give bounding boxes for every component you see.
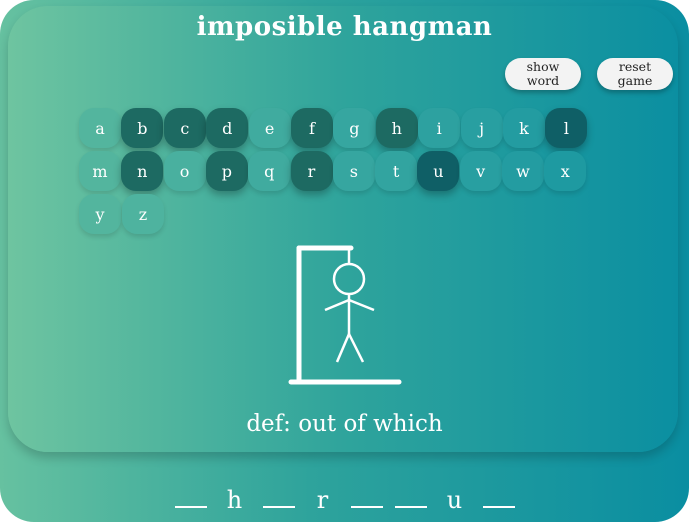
hangman-head xyxy=(332,262,366,296)
letter-key-k[interactable]: k xyxy=(503,108,545,148)
hangman-left-leg xyxy=(335,333,351,363)
letter-key-u[interactable]: u xyxy=(417,151,460,191)
letter-key-x[interactable]: x xyxy=(544,151,587,191)
letter-key-f[interactable]: f xyxy=(291,108,333,148)
reset-game-button[interactable]: reset game xyxy=(597,58,673,90)
letter-key-v[interactable]: v xyxy=(459,151,502,191)
hangman-drawing xyxy=(288,245,402,385)
game-frame: imposible hangman show word reset game a… xyxy=(0,0,689,522)
letter-key-e[interactable]: e xyxy=(248,108,291,148)
hangman-right-leg xyxy=(347,333,365,363)
word-blank xyxy=(482,478,515,508)
letter-key-d[interactable]: d xyxy=(206,108,249,148)
letter-key-w[interactable]: w xyxy=(502,151,544,191)
letter-key-y[interactable]: y xyxy=(79,194,121,234)
game-title: imposible hangman xyxy=(196,12,493,42)
letter-key-l[interactable]: l xyxy=(545,108,588,148)
letter-key-j[interactable]: j xyxy=(460,108,503,148)
letter-key-z[interactable]: z xyxy=(122,194,164,234)
letter-key-q[interactable]: q xyxy=(248,151,291,191)
letter-key-m[interactable]: m xyxy=(79,151,121,191)
letter-key-i[interactable]: i xyxy=(418,108,461,148)
word-blank xyxy=(174,478,207,508)
letter-key-s[interactable]: s xyxy=(332,151,375,191)
letter-key-o[interactable]: o xyxy=(163,151,206,191)
word-definition: def: out of which xyxy=(246,411,443,437)
word-blank xyxy=(262,478,295,508)
letter-key-b[interactable]: b xyxy=(121,108,164,148)
letter-key-p[interactable]: p xyxy=(205,151,248,191)
hangman-right-arm xyxy=(348,298,375,312)
letter-key-r[interactable]: r xyxy=(290,151,333,191)
letter-key-a[interactable]: a xyxy=(79,108,121,148)
hangman-left-arm xyxy=(324,298,350,312)
word-blank xyxy=(394,478,427,508)
show-word-button[interactable]: show word xyxy=(505,58,581,90)
word-letter: h xyxy=(226,486,243,514)
letter-key-h[interactable]: h xyxy=(375,108,418,148)
word-letter: r xyxy=(316,486,329,514)
letter-key-c[interactable]: c xyxy=(163,108,206,148)
letter-key-n[interactable]: n xyxy=(121,151,164,191)
letter-key-g[interactable]: g xyxy=(333,108,376,148)
word-progress: hru xyxy=(0,478,689,514)
letter-key-t[interactable]: t xyxy=(375,151,418,191)
word-blank xyxy=(350,478,383,508)
word-letter: u xyxy=(446,486,463,514)
